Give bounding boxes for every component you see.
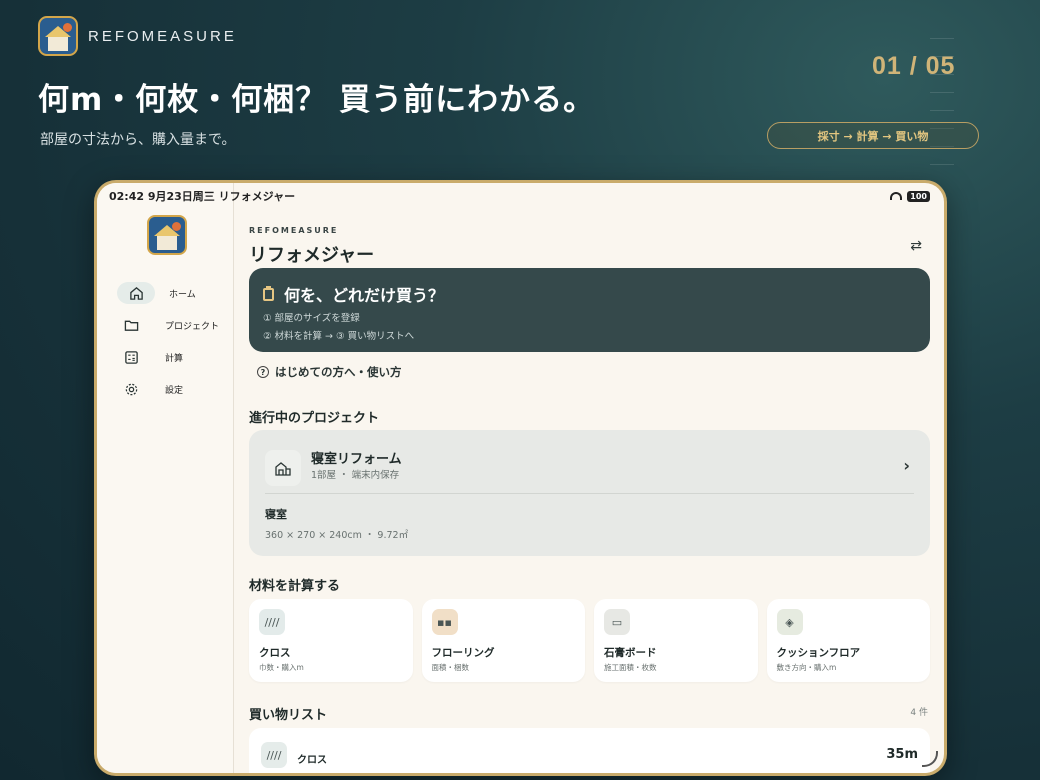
sidebar-item-label: プロジェクト (165, 321, 220, 332)
home-icon (117, 282, 155, 304)
page-counter: 01 / 05 (872, 52, 956, 80)
hero-card: 何を、どれだけ買う？ ① 部屋のサイズを登録 ② 材料を計算 → ③ 買い物リス… (249, 268, 930, 352)
brand: REFOMEASURE (38, 16, 237, 56)
projects-heading: 進行中のプロジェクト (249, 411, 380, 426)
clipboard-icon (263, 285, 274, 301)
calculate-heading: 材料を計算する (249, 579, 341, 594)
calc-sub: 敷き方向・購入m (776, 663, 837, 672)
flooring-icon: ▪▪ (431, 609, 458, 635)
brand-name: REFOMEASURE (88, 27, 237, 45)
calc-card-cushion-floor[interactable]: ◈ クッションフロア 敷き方向・購入m (766, 599, 930, 682)
sidebar-item-label: 設定 (165, 385, 184, 396)
chevron-right-icon: › (903, 456, 910, 475)
calculate-grid: //// クロス 巾数・購入m ▪▪ フローリング 面積・梱数 ▭ 石膏ボード … (249, 599, 930, 682)
calc-name: フローリング (431, 647, 495, 659)
shopping-count: 4 件 (910, 708, 928, 718)
hero-step-2: ② 材料を計算 → ③ 買い物リストへ (263, 331, 415, 342)
calc-card-gypsum-board[interactable]: ▭ 石膏ボード 施工面積・枚数 (594, 599, 758, 682)
sidebar-item-home[interactable]: ホーム (111, 279, 231, 307)
headline: 何m・何枚・何梱？ 買う前にわかる。 (38, 82, 596, 118)
sidebar-item-label: ホーム (169, 289, 196, 300)
calc-card-flooring[interactable]: ▪▪ フローリング 面積・梱数 (421, 599, 585, 682)
project-name: 寝室リフォーム (311, 452, 402, 467)
shopping-item-name: クロス (297, 755, 327, 766)
calc-name: クロス (259, 647, 291, 659)
wallpaper-icon: //// (259, 609, 285, 635)
project-card[interactable]: 寝室リフォーム 1部屋 ・ 端末内保存 › 寝室 360 × 270 × 240… (249, 430, 930, 556)
calc-sub: 面積・梱数 (431, 663, 470, 672)
tablet-frame: ホーム プロジェクト 計算 設定 02:42 9月23日周三 リフォメジャー 1… (94, 180, 947, 776)
resize-handle[interactable] (922, 751, 938, 767)
app-screen: ホーム プロジェクト 計算 設定 02:42 9月23日周三 リフォメジャー 1… (97, 183, 944, 773)
sidebar-item-projects[interactable]: プロジェクト (111, 311, 231, 339)
main-content: REFOMEASURE リフォメジャー ⇄ 何を、どれだけ買う？ ① 部屋のサイ… (249, 183, 930, 773)
help-icon: ? (257, 366, 269, 378)
app-kicker: REFOMEASURE (249, 226, 339, 235)
calculator-icon (117, 346, 145, 368)
subline: 部屋の寸法から、購入量まで。 (40, 132, 236, 148)
sidebar-nav: ホーム プロジェクト 計算 設定 (111, 279, 231, 407)
sidebar: ホーム プロジェクト 計算 設定 (97, 183, 234, 773)
shopping-heading: 買い物リスト (249, 708, 328, 723)
room-size: 360 × 270 × 240cm ・ 9.72㎡ (265, 530, 409, 541)
hero-title: 何を、どれだけ買う？ (284, 286, 445, 305)
divider (265, 493, 914, 494)
app-logo-icon (38, 16, 78, 56)
calc-sub: 巾数・購入m (259, 663, 304, 672)
sidebar-item-label: 計算 (165, 353, 184, 364)
sidebar-item-settings[interactable]: 設定 (111, 375, 231, 403)
gear-icon (117, 378, 145, 400)
calc-sub: 施工面積・枚数 (604, 663, 657, 672)
hero-step-1: ① 部屋のサイズを登録 (263, 313, 360, 324)
howto-link[interactable]: ? はじめての方へ・使い方 (257, 364, 402, 380)
app-logo-icon (147, 215, 187, 255)
swap-icon[interactable]: ⇄ (910, 238, 922, 254)
room-name: 寝室 (265, 508, 287, 521)
sidebar-item-calculate[interactable]: 計算 (111, 343, 231, 371)
page-title: リフォメジャー (249, 245, 375, 266)
calc-card-cloth[interactable]: //// クロス 巾数・購入m (249, 599, 413, 682)
howto-label: はじめての方へ・使い方 (275, 365, 402, 379)
calc-name: クッションフロア (776, 647, 861, 659)
layers-icon: ◈ (776, 609, 803, 635)
folder-icon (117, 314, 145, 336)
building-icon (265, 450, 301, 486)
shopping-list-item[interactable]: //// クロス 35m (249, 728, 930, 773)
board-icon: ▭ (604, 609, 630, 635)
shopping-item-qty: 35m (886, 747, 918, 762)
project-meta: 1部屋 ・ 端末内保存 (311, 470, 400, 481)
calc-name: 石膏ボード (604, 647, 657, 659)
steps-pill: 採寸 → 計算 → 買い物 (767, 122, 979, 149)
wallpaper-icon: //// (261, 742, 287, 768)
